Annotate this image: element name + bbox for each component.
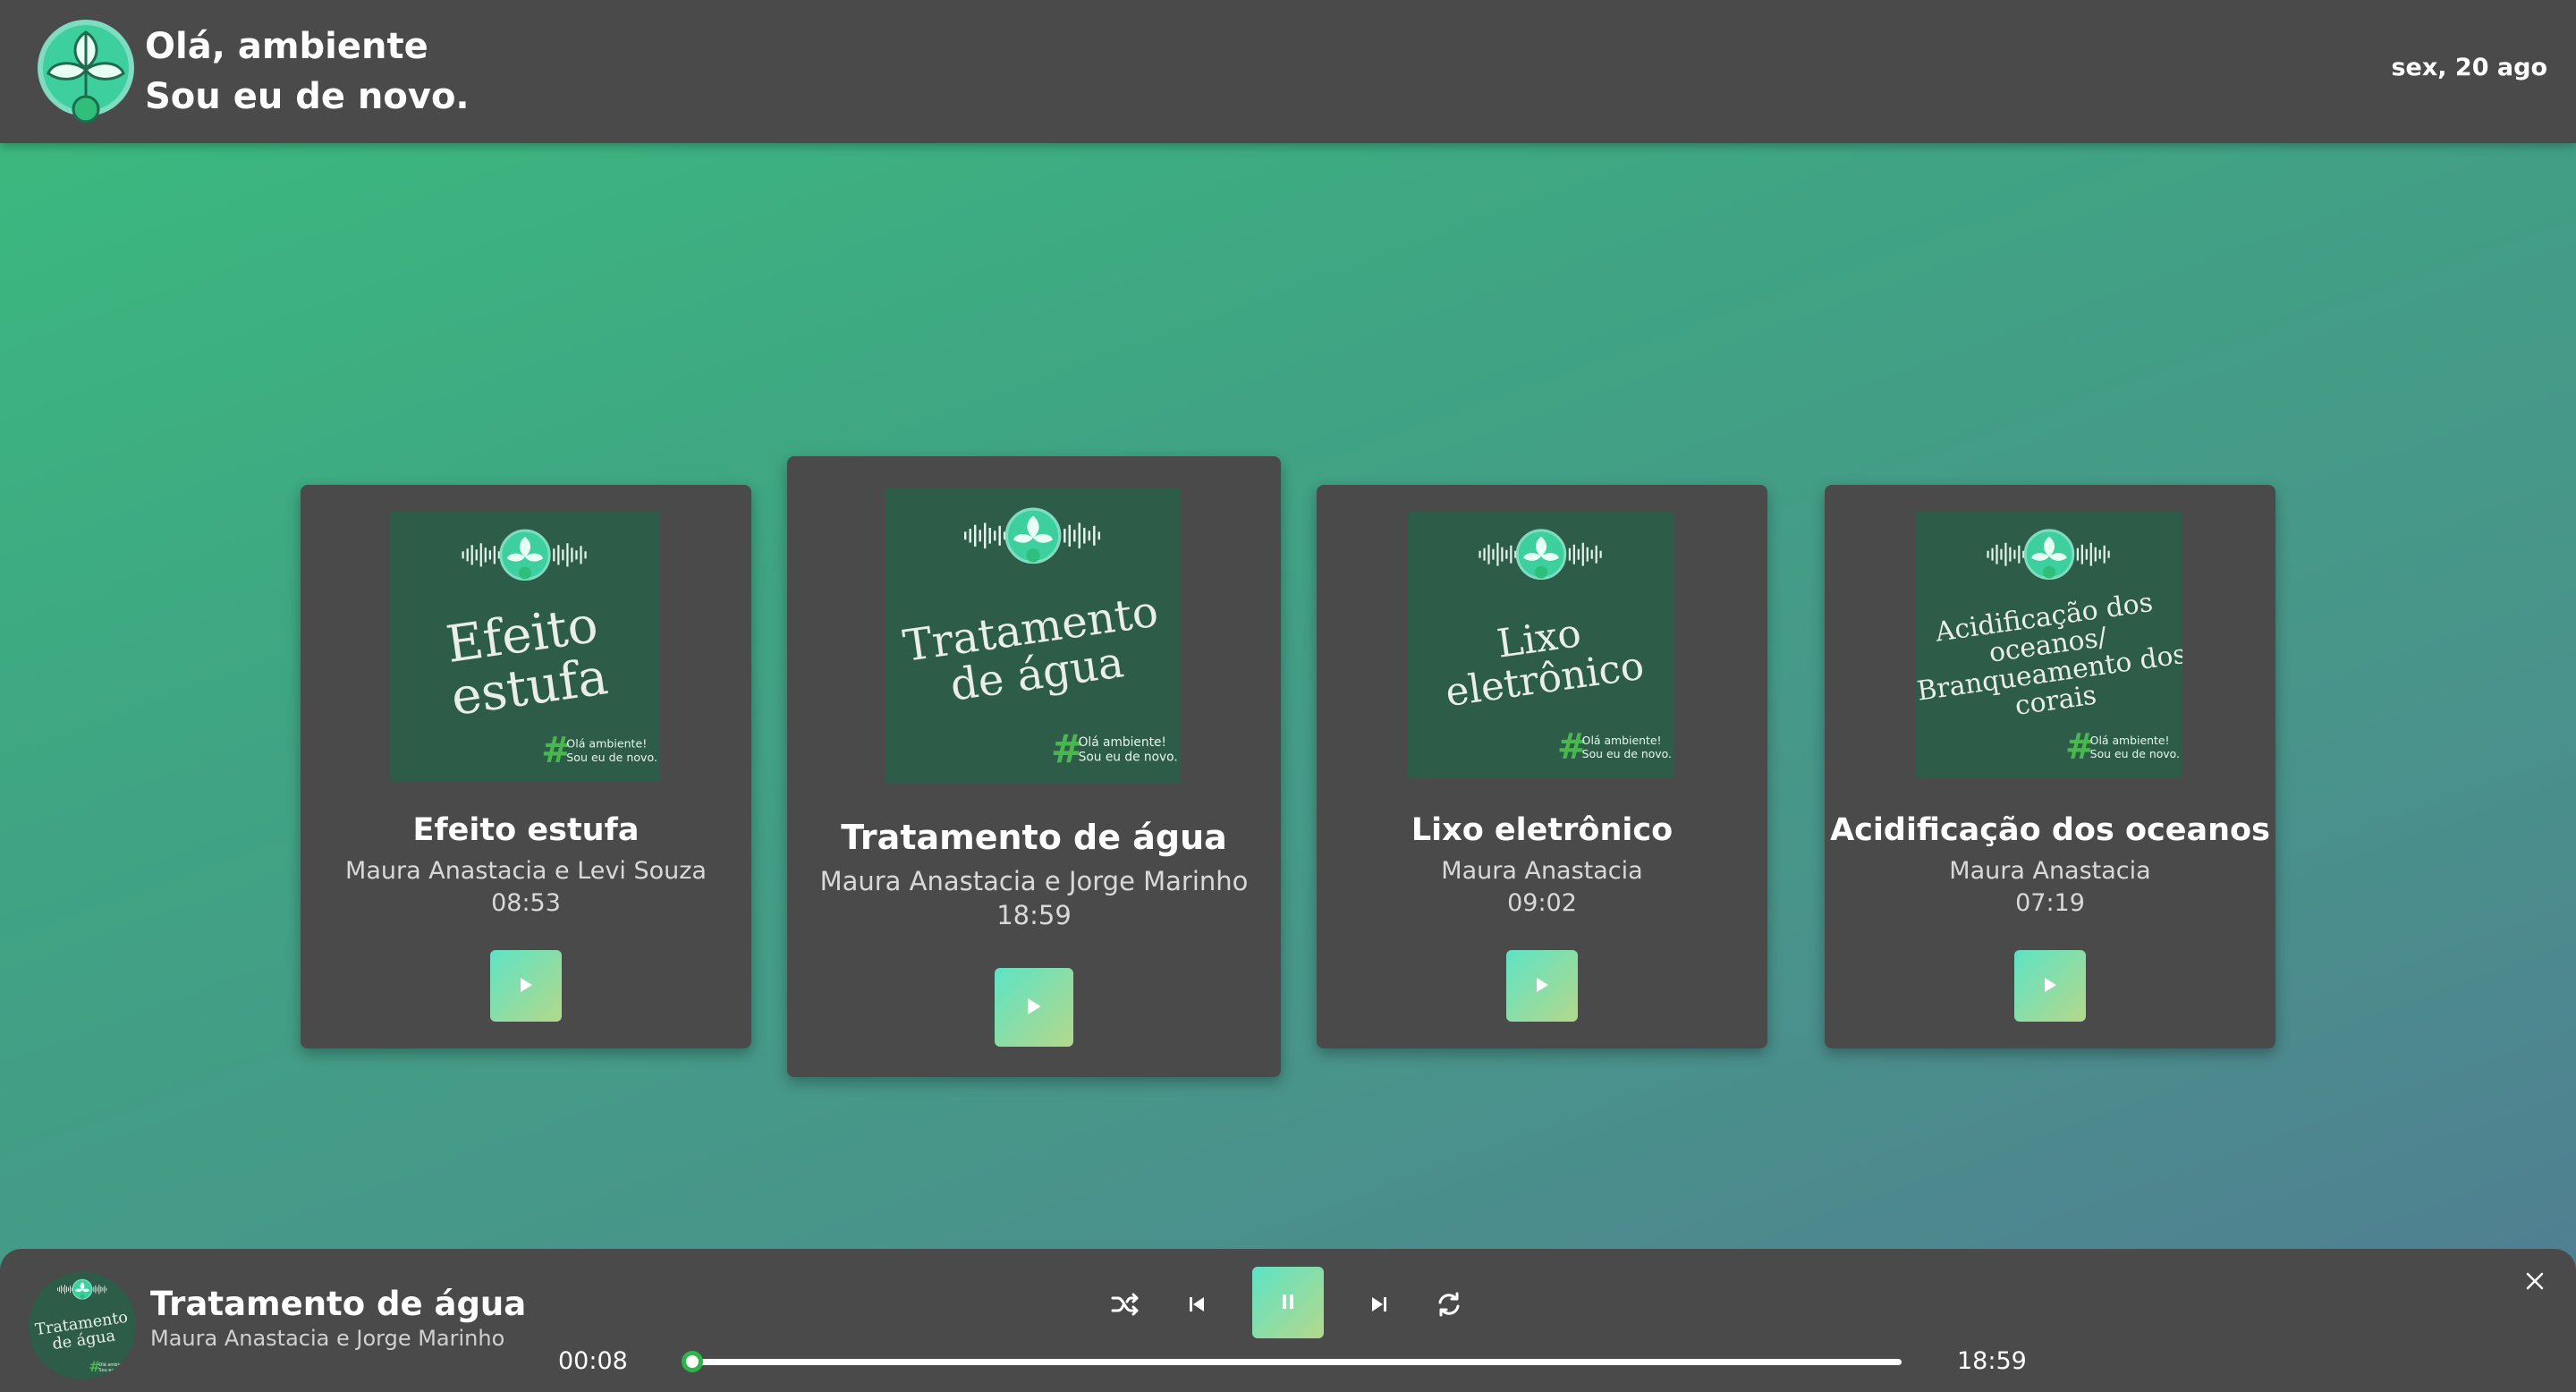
episode-cover: Acidificação dos oceanos/Branqueamento do… (1916, 512, 2182, 778)
player-track-authors: Maura Anastacia e Jorge Marinho (150, 1326, 505, 1351)
current-date: sex, 20 ago (2391, 54, 2547, 81)
brand-title: Olá, ambiente Sou eu de novo. (145, 21, 470, 122)
pause-button[interactable] (1252, 1267, 1324, 1338)
episode-duration: 07:19 (2015, 889, 2085, 917)
episode-authors: Maura Anastacia (1441, 857, 1643, 885)
shuffle-button[interactable] (1106, 1285, 1145, 1324)
previous-track-button[interactable] (1177, 1285, 1216, 1324)
cover-branding-text: Sou eu de novo. (1582, 747, 1672, 760)
play-button[interactable] (2014, 950, 2086, 1022)
progress-bar[interactable] (683, 1359, 1902, 1365)
episode-authors: Maura Anastacia (1949, 857, 2151, 885)
leaf-microphone-logo-icon (1515, 529, 1567, 580)
play-button[interactable] (490, 950, 562, 1022)
player-track-title: Tratamento de água (150, 1285, 527, 1323)
play-icon (2042, 976, 2058, 997)
cover-art: Acidificação dosoceanos/Branqueamento do… (1916, 512, 2182, 778)
cover-branding-text: Olá ambiente! (2090, 734, 2170, 747)
play-icon (1025, 997, 1043, 1019)
play-button[interactable] (1506, 950, 1578, 1022)
episode-title: Tratamento de água (841, 818, 1227, 857)
pause-icon (1281, 1294, 1295, 1312)
play-icon (1534, 976, 1550, 997)
leaf-microphone-logo-icon (499, 529, 551, 581)
cover-branding-text: Sou eu de novo. (2090, 747, 2180, 760)
episode-card-tratamento-de-agua[interactable]: Tratamento de água # Olá ambiente! Sou eu de… (787, 456, 1281, 1077)
episode-title: Acidificação dos oceanos (1830, 812, 2270, 848)
episode-duration: 18:59 (996, 900, 1072, 930)
episode-card-efeito-estufa[interactable]: Efeito estufa # Olá ambiente! Sou eu de novo… (301, 485, 751, 1048)
episode-card-lixo-eletronico[interactable]: Lixo eletrônico # Olá ambiente! Sou eu de no… (1317, 485, 1767, 1048)
cover-branding-text: Sou eu de novo. (1079, 751, 1178, 765)
cover-branding-text: Sou eu de novo. (566, 751, 657, 764)
shuffle-icon (1111, 1292, 1140, 1317)
episode-card-acidificacao-dos-oceanos[interactable]: Acidificação dos oceanos/Branqueamento do… (1825, 485, 2275, 1048)
cover-branding-text: Olá ambiente! (98, 1362, 131, 1368)
skip-next-icon (1369, 1294, 1389, 1314)
leaf-microphone-logo-icon (72, 1278, 93, 1300)
total-time: 18:59 (1957, 1347, 2027, 1375)
leaf-microphone-logo-icon (36, 14, 136, 127)
cover-art: Tratamentode água#Olá ambiente!Sou eu de… (886, 488, 1181, 784)
leaf-microphone-logo-icon (1004, 507, 1062, 564)
close-icon (2525, 1271, 2545, 1291)
episode-authors: Maura Anastacia e Jorge Marinho (819, 866, 1249, 896)
play-button[interactable] (995, 968, 1073, 1047)
progress-handle[interactable] (681, 1351, 703, 1372)
cover-branding-text: Olá ambiente! (566, 737, 647, 751)
current-time: 00:08 (558, 1347, 628, 1375)
episode-cover: Lixo eletrônico # Olá ambiente! Sou eu de no… (1408, 512, 1674, 778)
repeat-button[interactable] (1429, 1285, 1469, 1324)
close-player-button[interactable] (2521, 1267, 2549, 1295)
episode-authors: Maura Anastacia e Levi Souza (345, 857, 707, 885)
cover-art: Lixoeletrônico#Olá ambiente!Sou eu de no… (1408, 512, 1674, 778)
episode-cover: Tratamento de água # Olá ambiente! Sou eu de… (886, 488, 1181, 784)
episode-cover: Efeito estufa # Olá ambiente! Sou eu de novo… (390, 512, 660, 782)
next-track-button[interactable] (1360, 1285, 1399, 1324)
episode-duration: 09:02 (1507, 889, 1577, 917)
cover-art: Tratamentode água#Olá ambiente!Sou eu de… (29, 1272, 136, 1379)
brand-line-2: Sou eu de novo. (145, 76, 470, 117)
leaf-microphone-logo-icon (2023, 529, 2075, 580)
brand-line-1: Olá, ambiente (145, 26, 428, 67)
app-header: Olá, ambiente Sou eu de novo. sex, 20 ag… (0, 0, 2576, 143)
episode-title: Efeito estufa (412, 812, 640, 848)
episode-duration: 08:53 (491, 889, 561, 917)
play-icon (518, 976, 534, 997)
cover-branding-text: Olá ambiente! (1582, 734, 1662, 747)
audio-player-bar: Tratamento de água # Olá ambiente! Sou eu de… (0, 1249, 2576, 1392)
repeat-icon (1436, 1291, 1462, 1318)
cover-branding-text: Olá ambiente! (1079, 735, 1166, 750)
episode-title: Lixo eletrônico (1411, 812, 1674, 848)
cover-art: Efeitoestufa#Olá ambiente!Sou eu de novo… (390, 512, 660, 782)
cover-branding-text: Sou eu de novo. (98, 1368, 135, 1373)
skip-previous-icon (1187, 1294, 1207, 1314)
player-cover: Tratamento de água # Olá ambiente! Sou eu de… (29, 1272, 136, 1379)
